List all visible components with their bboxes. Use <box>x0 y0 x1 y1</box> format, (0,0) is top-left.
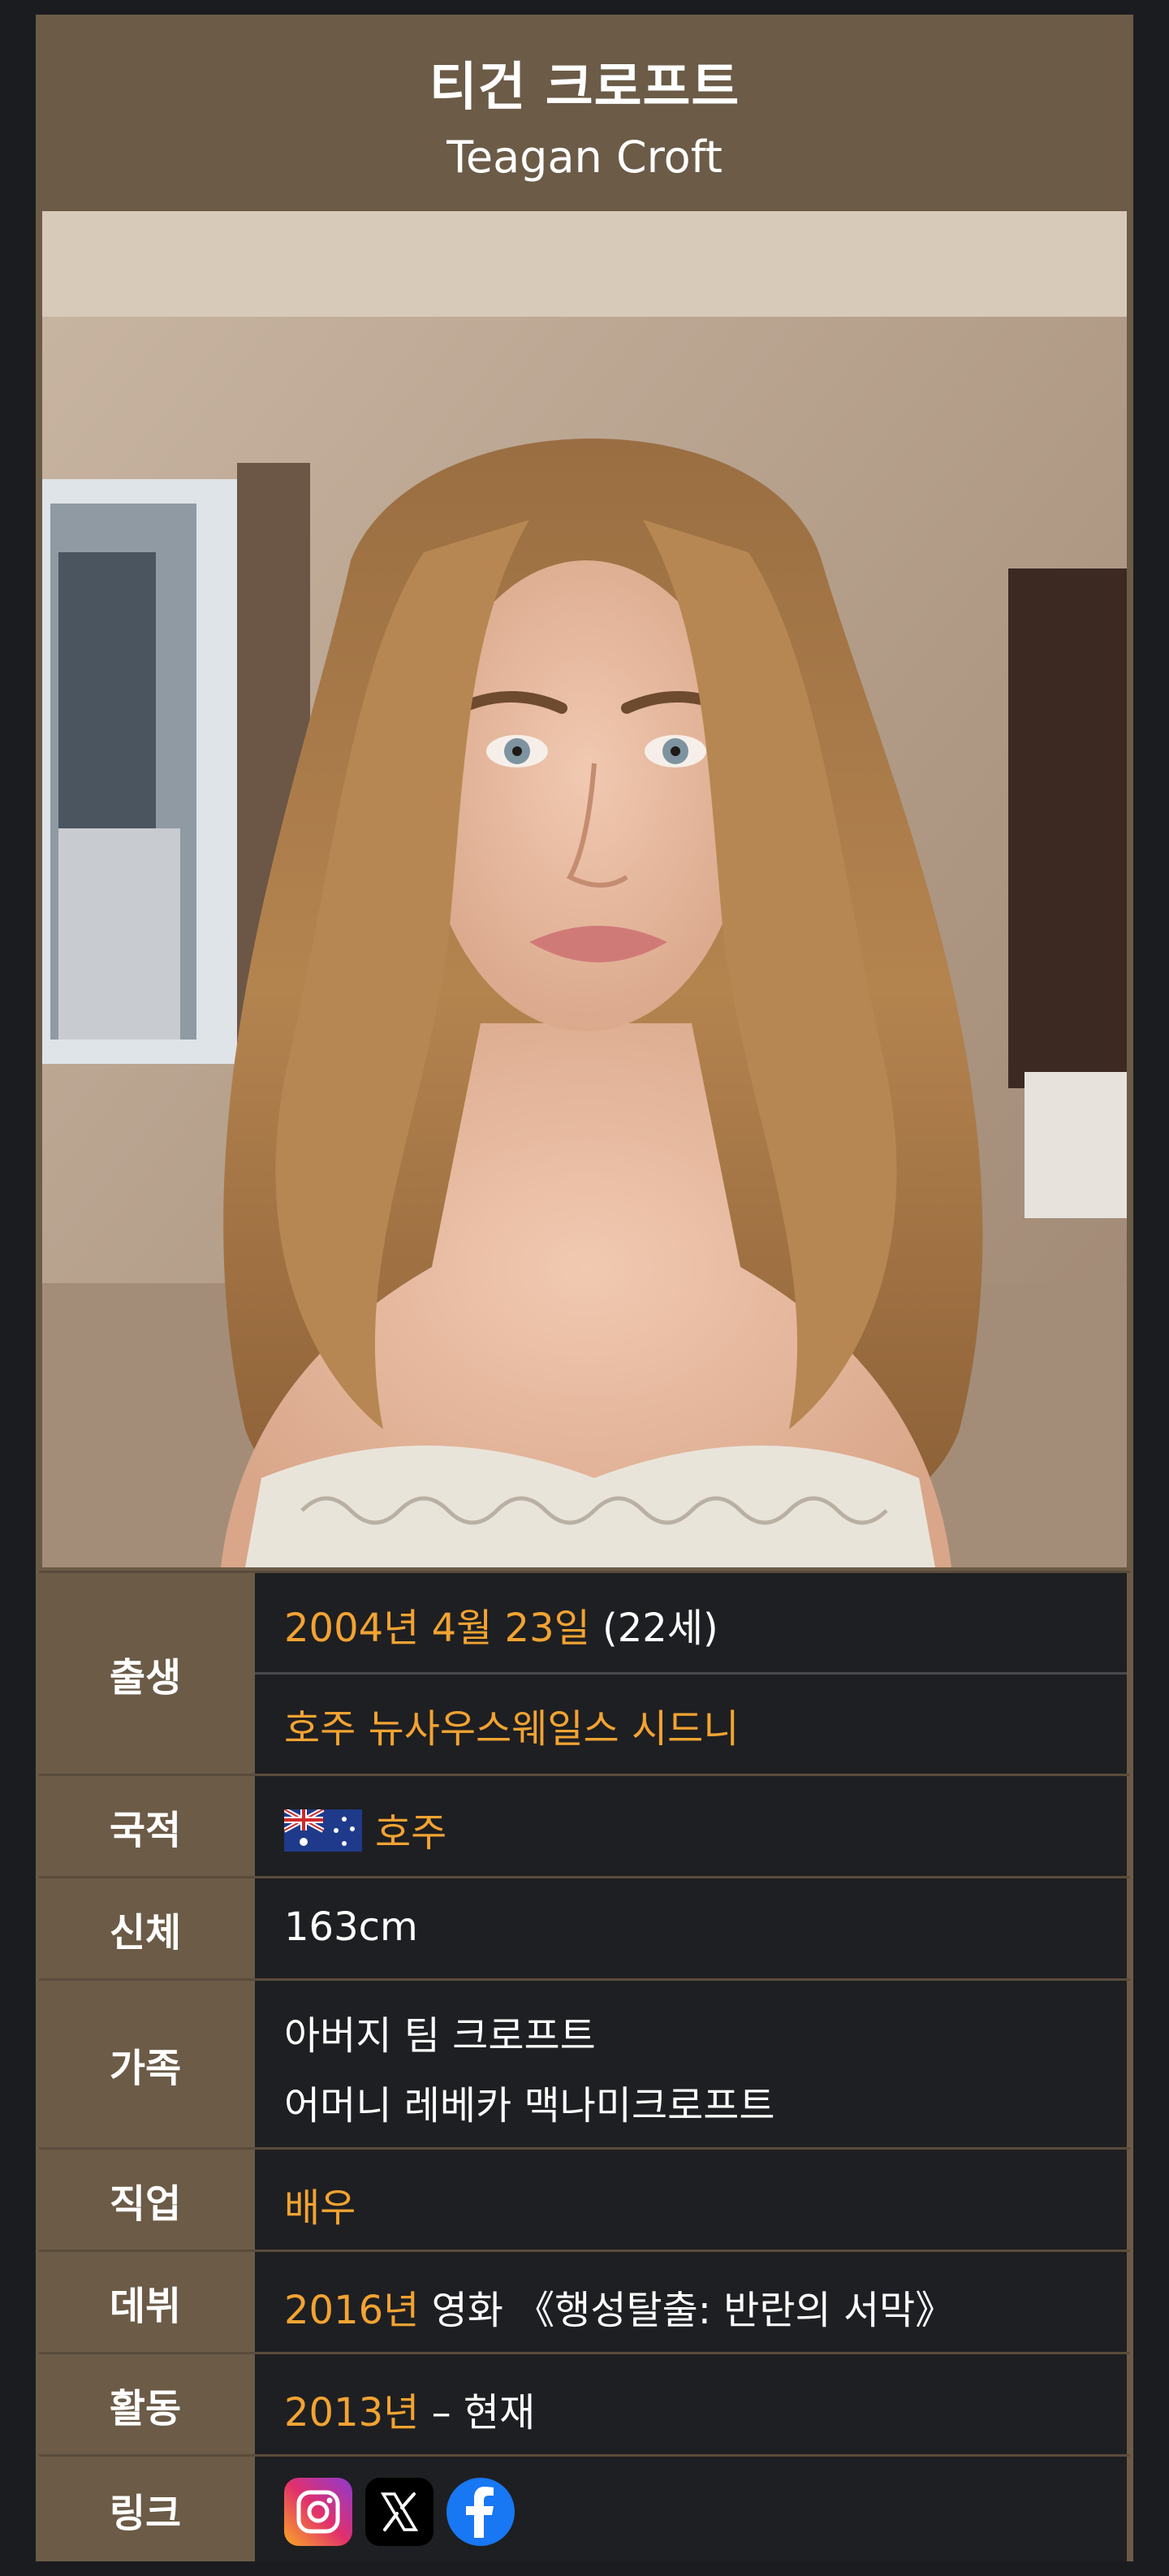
label-debut: 데뷔 <box>39 2252 252 2352</box>
row-body: 신체 163cm <box>39 1876 1130 1978</box>
activity-line: 2013년 – 현재 <box>284 2380 535 2437</box>
name-korean: 티건 크로프트 <box>429 58 740 118</box>
row-occupation: 직업 배우 <box>39 2147 1130 2250</box>
value-body: 163cm <box>255 1878 1127 1978</box>
value-birth: 2004년 4월 23일 (22세) 호주 뉴사우스웨일스 시드니 <box>255 1573 1127 1774</box>
row-links: 링크 <box>39 2454 1130 2561</box>
australia-flag-icon <box>283 1807 362 1861</box>
label-family: 가족 <box>39 1981 252 2147</box>
family-mother: 어머니 레베카 맥나미크로프트 <box>284 2083 775 2129</box>
debut-line: 2016년 영화 《행성탈출: 반란의 서막》 <box>284 2278 954 2335</box>
birth-divider <box>255 1672 1127 1675</box>
portrait-photo[interactable] <box>42 211 1127 1567</box>
value-links <box>255 2457 1127 2561</box>
birth-date-link[interactable]: 2004년 4월 23일 <box>284 1606 590 1651</box>
label-links: 링크 <box>39 2457 252 2561</box>
row-debut: 데뷔 2016년 영화 《행성탈출: 반란의 서막》 <box>39 2250 1130 2352</box>
activity-rest: – 현재 <box>419 2390 536 2436</box>
label-occupation: 직업 <box>39 2150 252 2250</box>
label-body: 신체 <box>39 1878 252 1978</box>
row-activity: 활동 2013년 – 현재 <box>39 2352 1130 2454</box>
label-activity: 활동 <box>39 2354 252 2454</box>
name-english: Teagan Croft <box>446 132 723 183</box>
debut-work: 영화 《행성탈출: 반란의 서막》 <box>419 2288 955 2333</box>
instagram-icon[interactable] <box>284 2478 352 2546</box>
row-birth: 출생 2004년 4월 23일 (22세) 호주 뉴사우스웨일스 시드니 <box>39 1571 1130 1774</box>
occupation-link[interactable]: 배우 <box>284 2176 356 2232</box>
facebook-icon[interactable] <box>446 2478 515 2546</box>
row-family: 가족 아버지 팀 크로프트 어머니 레베카 맥나미크로프트 <box>39 1978 1130 2147</box>
row-nationality: 국적 호주 <box>39 1774 1130 1876</box>
debut-year-link[interactable]: 2016년 <box>284 2288 419 2333</box>
activity-year-link[interactable]: 2013년 <box>284 2390 419 2436</box>
birth-place-link[interactable]: 호주 뉴사우스웨일스 시드니 <box>284 1696 739 1753</box>
value-activity: 2013년 – 현재 <box>255 2354 1127 2454</box>
nationality-link[interactable]: 호주 <box>375 1810 446 1856</box>
label-nationality: 국적 <box>39 1776 252 1876</box>
value-occupation: 배우 <box>255 2150 1127 2250</box>
label-birth: 출생 <box>39 1573 252 1774</box>
nationality-line: 호주 <box>283 1800 446 1861</box>
value-nationality: 호주 <box>255 1776 1127 1876</box>
family-father: 아버지 팀 크로프트 <box>284 2013 596 2059</box>
profile-infobox: 티건 크로프트 Teagan Croft 출생 2004년 4월 23일 (22… <box>36 15 1133 2561</box>
x-icon[interactable] <box>365 2478 434 2546</box>
infobox-header: 티건 크로프트 Teagan Croft <box>39 18 1130 210</box>
value-family: 아버지 팀 크로프트 어머니 레베카 맥나미크로프트 <box>255 1981 1127 2147</box>
value-debut: 2016년 영화 《행성탈출: 반란의 서막》 <box>255 2252 1127 2352</box>
birth-age: (22세) <box>589 1606 718 1651</box>
body-height: 163cm <box>284 1904 418 1950</box>
birth-date-line: 2004년 4월 23일 (22세) <box>284 1596 718 1653</box>
